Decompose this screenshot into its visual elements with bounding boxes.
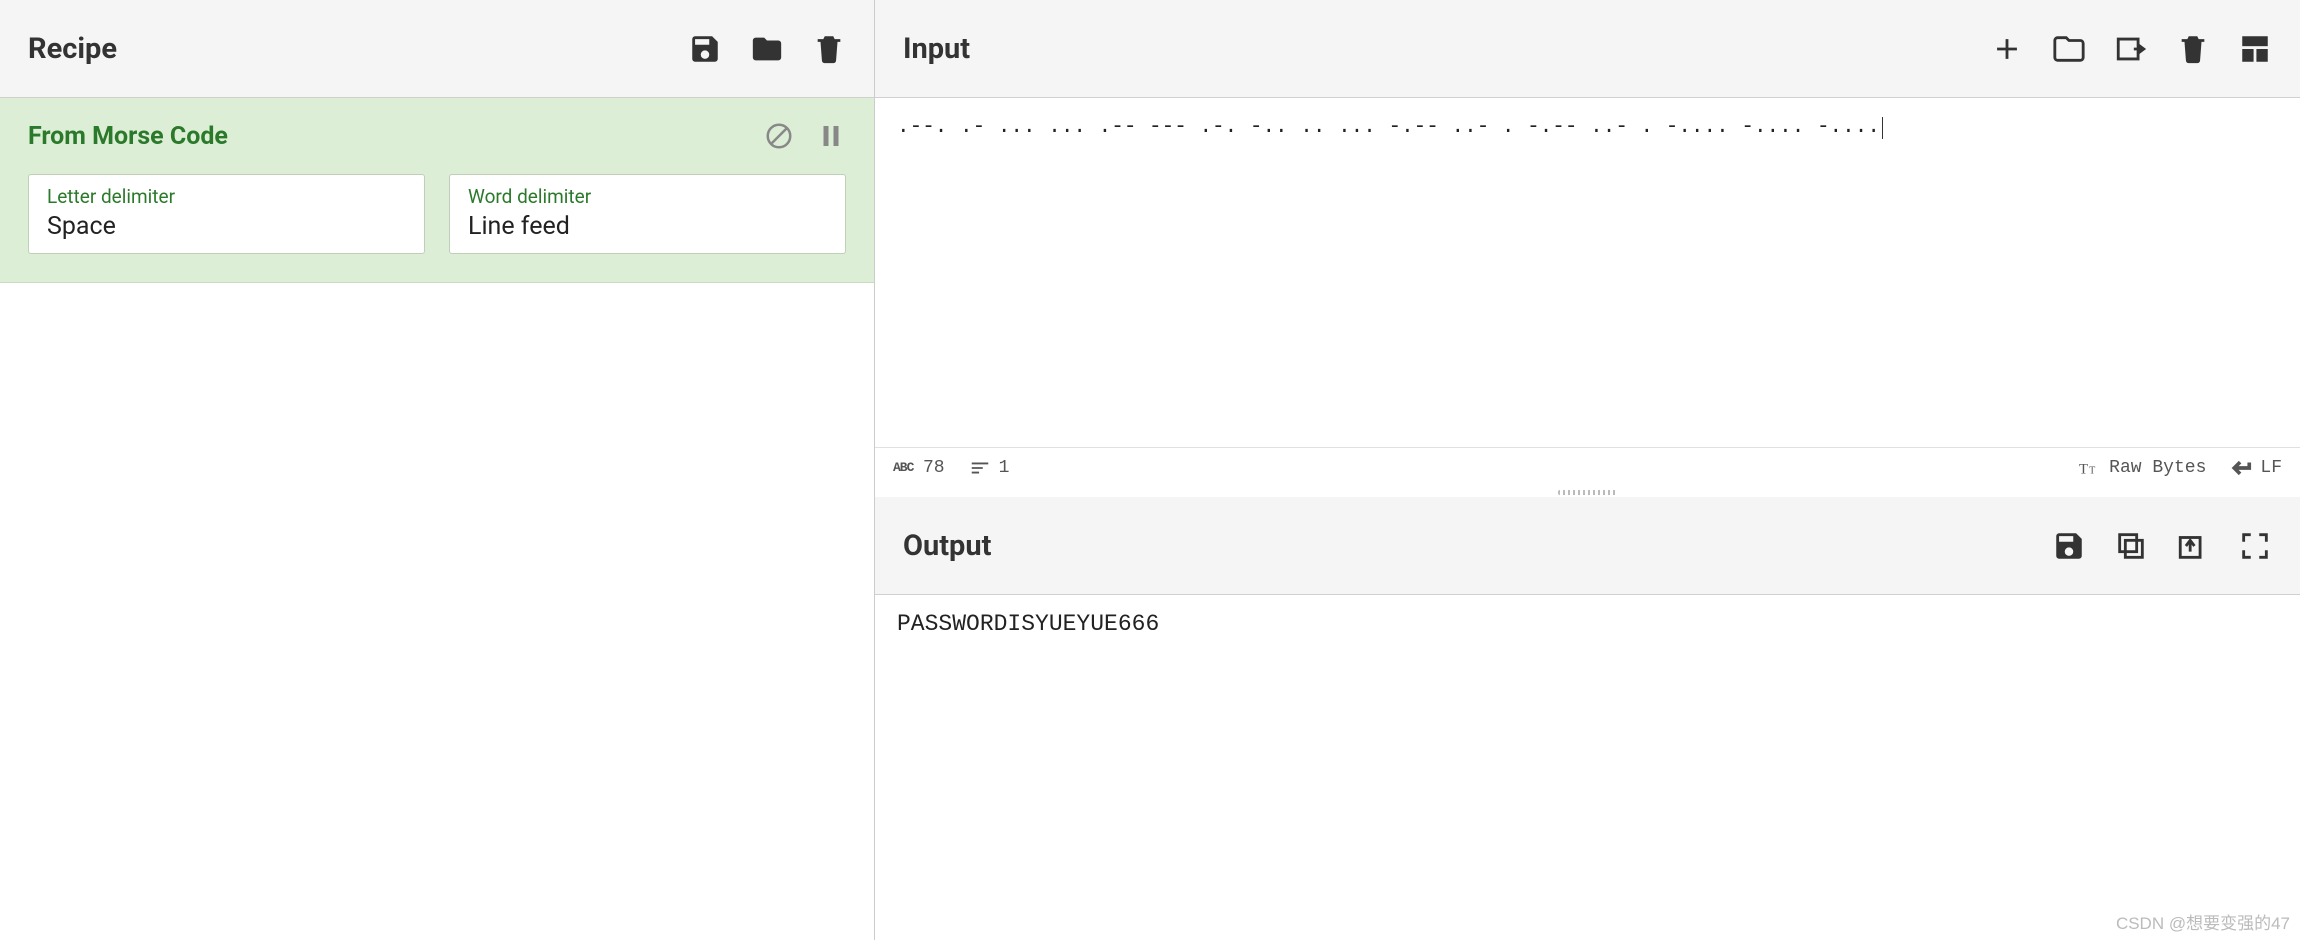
save-output-icon[interactable] [2052, 529, 2086, 563]
pause-icon[interactable] [816, 121, 846, 151]
char-count: ABC 78 [893, 457, 945, 479]
recipe-pane: Recipe From Morse Code [0, 0, 875, 940]
pane-drag-handle[interactable] [875, 487, 2300, 497]
output-title: Output [903, 529, 2052, 563]
word-delimiter-label: Word delimiter [468, 185, 827, 208]
output-text[interactable]: PASSWORDISYUEYUE666 [875, 595, 2300, 940]
eol-selector[interactable]: LF [2230, 457, 2282, 479]
output-header: Output [875, 497, 2300, 595]
move-to-input-icon[interactable] [2176, 529, 2210, 563]
input-title: Input [903, 32, 1990, 66]
input-textarea[interactable]: .--. .- ... ... .-- --- .-. -.. .. ... -… [875, 98, 2300, 447]
operation-name: From Morse Code [28, 122, 764, 151]
operation-card: From Morse Code Letter delimiter Space W… [0, 98, 874, 283]
lines-icon [969, 457, 991, 479]
operation-header: From Morse Code [28, 98, 846, 174]
letter-delimiter-label: Letter delimiter [47, 185, 406, 208]
open-folder-icon[interactable] [2052, 32, 2086, 66]
abc-icon: ABC [893, 457, 915, 479]
open-file-input-icon[interactable] [2114, 32, 2148, 66]
watermark: CSDN @想要变强的47 [2116, 909, 2290, 934]
input-toolbar [1990, 32, 2272, 66]
encoding-value: Raw Bytes [2109, 458, 2206, 478]
return-icon [2230, 457, 2252, 479]
letter-delimiter-value: Space [47, 212, 406, 241]
save-recipe-icon[interactable] [688, 32, 722, 66]
trash-icon[interactable] [812, 32, 846, 66]
copy-output-icon[interactable] [2114, 529, 2148, 563]
line-count-value: 1 [999, 458, 1010, 478]
recipe-title: Recipe [28, 32, 688, 66]
io-pane: Input .--. .- ... ... .-- --- .-. -.. ..… [875, 0, 2300, 940]
operation-args: Letter delimiter Space Word delimiter Li… [28, 174, 846, 254]
output-toolbar [2052, 529, 2272, 563]
svg-text:T: T [2079, 461, 2088, 477]
input-status-bar: ABC 78 1 TT Raw Bytes LF [875, 447, 2300, 487]
operation-controls [764, 121, 846, 151]
letter-delimiter-field[interactable]: Letter delimiter Space [28, 174, 425, 254]
word-delimiter-value: Line feed [468, 212, 827, 241]
input-header: Input [875, 0, 2300, 98]
line-count: 1 [969, 457, 1010, 479]
recipe-header: Recipe [0, 0, 874, 98]
svg-text:T: T [2089, 465, 2095, 476]
encoding-selector[interactable]: TT Raw Bytes [2079, 457, 2206, 479]
maximize-output-icon[interactable] [2238, 529, 2272, 563]
word-delimiter-field[interactable]: Word delimiter Line feed [449, 174, 846, 254]
text-case-icon: TT [2079, 457, 2101, 479]
disable-icon[interactable] [764, 121, 794, 151]
clear-input-icon[interactable] [2176, 32, 2210, 66]
reset-layout-icon[interactable] [2238, 32, 2272, 66]
recipe-toolbar [688, 32, 846, 66]
char-count-value: 78 [923, 458, 945, 478]
eol-value: LF [2260, 458, 2282, 478]
folder-icon[interactable] [750, 32, 784, 66]
add-tab-icon[interactable] [1990, 32, 2024, 66]
